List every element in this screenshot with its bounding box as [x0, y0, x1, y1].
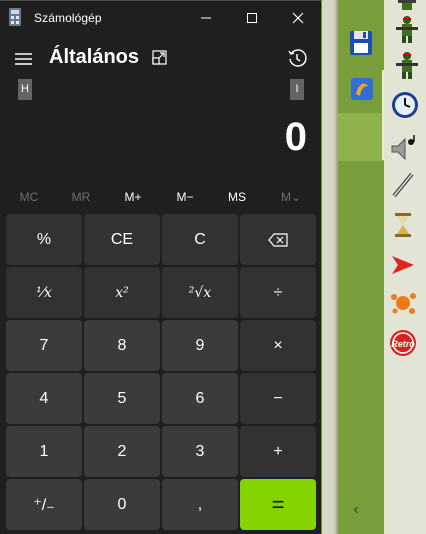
- soldier-icon[interactable]: [392, 50, 422, 80]
- hamburger-icon: [15, 53, 32, 65]
- close-button[interactable]: [275, 1, 321, 35]
- svg-text:Retro: Retro: [391, 339, 415, 349]
- memory-recall-button[interactable]: MR: [55, 185, 107, 209]
- digit-6-button[interactable]: 6: [162, 373, 238, 424]
- clear-entry-button[interactable]: CE: [84, 214, 160, 265]
- clock-icon[interactable]: [390, 90, 420, 120]
- pen-icon[interactable]: [388, 170, 418, 200]
- retro-logo-icon[interactable]: Retro: [388, 328, 418, 358]
- speaker-icon[interactable]: [388, 134, 418, 164]
- memory-subtract-button[interactable]: M−: [159, 185, 211, 209]
- navigation-menu-button[interactable]: [13, 49, 35, 69]
- multiply-button[interactable]: ×: [240, 320, 316, 371]
- negate-button[interactable]: ⁺/₋: [6, 479, 82, 530]
- digit-0-button[interactable]: 0: [84, 479, 160, 530]
- square-root-label: ²√x: [188, 284, 212, 301]
- desktop-icon-strip: Retro: [340, 0, 426, 534]
- digit-9-button[interactable]: 9: [162, 320, 238, 371]
- square-button[interactable]: x²: [84, 267, 160, 318]
- reciprocal-label: ⅟x: [36, 284, 52, 301]
- square-root-button[interactable]: ²√x: [162, 267, 238, 318]
- maximize-button[interactable]: [229, 1, 275, 35]
- history-button[interactable]: [286, 47, 308, 69]
- chevron-left-icon[interactable]: ‹: [349, 500, 363, 520]
- orange-splash-icon[interactable]: [388, 288, 418, 318]
- calculator-header: Általános: [0, 41, 321, 77]
- digit-8-button[interactable]: 8: [84, 320, 160, 371]
- soldier-icon[interactable]: [392, 14, 422, 44]
- result-display: 0: [284, 115, 307, 159]
- add-button[interactable]: +: [240, 426, 316, 477]
- memory-list-button[interactable]: M⌄: [265, 185, 317, 209]
- digit-1-button[interactable]: 1: [6, 426, 82, 477]
- equals-button[interactable]: =: [240, 479, 316, 530]
- keep-on-top-button[interactable]: [150, 48, 170, 68]
- page-title: Általános: [49, 46, 140, 68]
- memory-clear-button[interactable]: MC: [3, 185, 55, 209]
- digit-5-button[interactable]: 5: [84, 373, 160, 424]
- reciprocal-button[interactable]: ⅟x: [6, 267, 82, 318]
- backspace-button[interactable]: [240, 214, 316, 265]
- memory-store-button[interactable]: MS: [211, 185, 263, 209]
- square-label: x²: [115, 284, 129, 301]
- maximize-icon: [247, 13, 257, 23]
- keytip-badge: H: [18, 79, 32, 100]
- memory-controls: MC MR M+ M− MS M⌄: [0, 185, 321, 209]
- divide-button[interactable]: ÷: [240, 267, 316, 318]
- backspace-icon: [268, 232, 288, 247]
- calculator-app-icon: [9, 8, 21, 26]
- keep-on-top-icon: [152, 50, 167, 65]
- decimal-separator-button[interactable]: ,: [162, 479, 238, 530]
- subtract-button[interactable]: −: [240, 373, 316, 424]
- calculator-window: Számológép Általános H I 0 MC MR M+ M− M…: [0, 0, 322, 534]
- blue-app-icon[interactable]: [347, 74, 377, 104]
- window-title: Számológép: [34, 11, 102, 25]
- floppy-disk-icon[interactable]: [346, 28, 376, 58]
- minimize-button[interactable]: [183, 1, 229, 35]
- percent-button[interactable]: %: [6, 214, 82, 265]
- close-icon: [292, 12, 304, 24]
- digit-7-button[interactable]: 7: [6, 320, 82, 371]
- digit-4-button[interactable]: 4: [6, 373, 82, 424]
- history-icon: [288, 49, 307, 67]
- minimize-icon: [201, 17, 211, 19]
- digit-2-button[interactable]: 2: [84, 426, 160, 477]
- memory-add-button[interactable]: M+: [107, 185, 159, 209]
- digit-3-button[interactable]: 3: [162, 426, 238, 477]
- title-bar[interactable]: Számológép: [0, 1, 321, 35]
- red-arrow-icon[interactable]: [388, 250, 418, 280]
- hourglass-icon[interactable]: [388, 210, 418, 240]
- clear-button[interactable]: C: [162, 214, 238, 265]
- keytip-badge: I: [290, 79, 304, 100]
